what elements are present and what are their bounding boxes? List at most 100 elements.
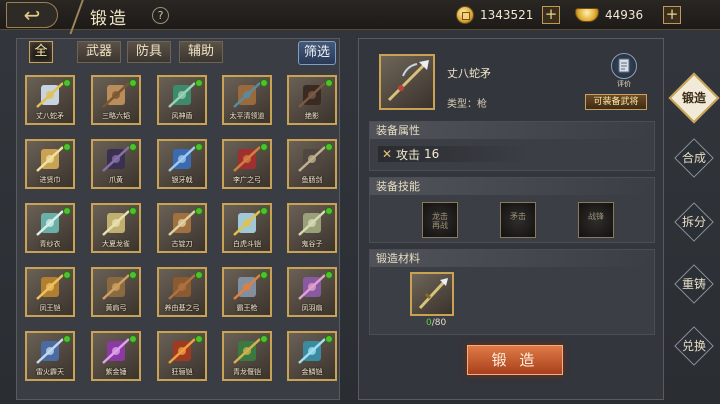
equipment-slot[interactable]: 爪黄 — [91, 139, 141, 189]
back-arrow-icon: ↩ — [23, 3, 41, 27]
skill-slot-2[interactable]: 矛击 — [500, 202, 536, 238]
attack-stat: ✕ 攻击 16 — [378, 146, 528, 162]
evaluation-label: 评价 — [617, 80, 631, 88]
equipment-slot[interactable]: 青龙偃铠 — [222, 331, 272, 381]
equipment-slot[interactable]: 紫金锤 — [91, 331, 141, 381]
available-indicator — [325, 271, 333, 279]
side-tab-forge[interactable]: 锻造 — [668, 72, 720, 124]
spear-icon — [387, 60, 429, 102]
side-tab-recast[interactable]: 重铸 — [674, 264, 714, 304]
equipment-list-panel: 全 武器 防具 辅助 筛选 丈八蛇矛 三略六韬 风神盾 太平清领道 绝影进贤巾 爪黄 银牙戟… — [16, 38, 340, 400]
page-title: 锻造 — [90, 9, 128, 29]
tab-all[interactable]: 全 — [29, 41, 53, 63]
equipment-name: 李广之弓 — [233, 176, 261, 184]
equipment-slot[interactable]: 雷火霹天 — [25, 331, 75, 381]
material-slot[interactable] — [410, 272, 454, 316]
equipment-grid: 丈八蛇矛 三略六韬 风神盾 太平清领道 绝影进贤巾 爪黄 银牙戟 李广之弓 鱼肠剑青纱衣 大夏龙雀… — [25, 75, 337, 399]
equipment-slot[interactable]: 黄肩弓 — [91, 267, 141, 317]
equipment-slot[interactable]: 三略六韬 — [91, 75, 141, 125]
help-button[interactable]: ? — [152, 7, 169, 24]
gold-counter: 44936 + — [575, 5, 681, 25]
available-indicator — [195, 271, 203, 279]
equipment-slot[interactable]: 凤王铠 — [25, 267, 75, 317]
equipment-name: 霸王枪 — [236, 304, 258, 312]
equipment-slot[interactable]: 鬼谷子 — [287, 203, 337, 253]
available-indicator — [129, 207, 137, 215]
side-tab-exchange[interactable]: 兑换 — [674, 326, 714, 366]
title-divider — [55, 0, 85, 34]
equipment-slot[interactable]: 凤羽扇 — [287, 267, 337, 317]
equipment-name: 爪黄 — [109, 176, 123, 184]
equipment-slot[interactable]: 狂骊铠 — [157, 331, 207, 381]
coin-value: 1343521 — [480, 8, 534, 22]
available-indicator — [260, 335, 268, 343]
material-count: 0/80 — [426, 318, 447, 328]
equipment-slot[interactable]: 金鳞铠 — [287, 331, 337, 381]
equipment-slot[interactable]: 李广之弓 — [222, 139, 272, 189]
available-indicator — [325, 143, 333, 151]
equipment-name: 古锭刀 — [171, 240, 193, 248]
equipment-slot[interactable]: 银牙戟 — [157, 139, 207, 189]
equipment-name: 进贤巾 — [39, 176, 61, 184]
equipment-slot[interactable]: 白虎斗铠 — [222, 203, 272, 253]
equippable-generals-button[interactable]: 可装备武将 — [585, 94, 647, 110]
equipment-name: 金鳞铠 — [301, 368, 323, 376]
equipment-name: 青龙偃铠 — [233, 368, 261, 376]
selected-item-type: 类型：枪 — [447, 99, 487, 110]
attributes-section: 装备属性 ✕ 攻击 16 — [369, 121, 655, 171]
equipment-name: 银牙戟 — [171, 176, 193, 184]
attack-label: 攻击 — [396, 147, 421, 162]
tab-armor[interactable]: 防具 — [127, 41, 171, 63]
equipment-slot[interactable]: 太平清领道 — [222, 75, 272, 125]
equipment-name: 鬼谷子 — [301, 240, 323, 248]
skill-slot-1[interactable]: 龙击 再战 — [422, 202, 458, 238]
equipment-name: 狂骊铠 — [171, 368, 193, 376]
forge-button[interactable]: 锻 造 — [467, 345, 563, 375]
selected-item-name: 丈八蛇矛 — [447, 67, 491, 80]
add-coins-button[interactable]: + — [542, 6, 560, 24]
attributes-header: 装备属性 — [370, 122, 654, 139]
equipment-name: 雷火霹天 — [36, 368, 64, 376]
skill-slot-3[interactable]: 战锋 — [578, 202, 614, 238]
coin-counter: 1343521 + — [456, 5, 560, 25]
equipment-slot[interactable]: 鱼肠剑 — [287, 139, 337, 189]
equipment-name: 凤羽扇 — [301, 304, 323, 312]
equipment-slot[interactable]: 进贤巾 — [25, 139, 75, 189]
available-indicator — [325, 207, 333, 215]
side-tab-split[interactable]: 拆分 — [674, 202, 714, 242]
materials-section: 锻造材料 0/80 — [369, 249, 655, 335]
available-indicator — [129, 335, 137, 343]
gold-ingot-icon — [575, 8, 599, 22]
equipment-slot[interactable]: 大夏龙雀 — [91, 203, 141, 253]
equipment-slot[interactable]: 丈八蛇矛 — [25, 75, 75, 125]
scroll-icon — [618, 58, 630, 73]
gold-value: 44936 — [605, 8, 644, 22]
equipment-name: 太平清领道 — [229, 112, 265, 120]
evaluation-button[interactable] — [611, 53, 637, 79]
equipment-slot[interactable]: 风神盾 — [157, 75, 207, 125]
equipment-slot[interactable]: 古锭刀 — [157, 203, 207, 253]
equipment-name: 绝影 — [305, 112, 319, 120]
equipment-slot[interactable]: 绝影 — [287, 75, 337, 125]
available-indicator — [260, 143, 268, 151]
available-indicator — [63, 271, 71, 279]
equipment-slot[interactable]: 养由基之弓 — [157, 267, 207, 317]
equipment-slot[interactable]: 霸王枪 — [222, 267, 272, 317]
add-gold-button[interactable]: + — [663, 6, 681, 24]
equipment-name: 三略六韬 — [102, 112, 130, 120]
equipment-name: 养由基之弓 — [164, 304, 200, 312]
tab-weapons[interactable]: 武器 — [77, 41, 121, 63]
skills-section: 装备技能 龙击 再战 矛击 战锋 — [369, 177, 655, 243]
filter-button[interactable]: 筛选 — [298, 41, 336, 65]
back-button[interactable]: ↩ — [6, 2, 58, 28]
available-indicator — [325, 335, 333, 343]
top-bar: ↩ 锻造 ? 1343521 + 44936 + — [0, 0, 720, 34]
equipment-slot[interactable]: 青纱衣 — [25, 203, 75, 253]
side-tab-combine[interactable]: 合成 — [674, 138, 714, 178]
crossed-swords-icon: ✕ — [382, 147, 393, 161]
materials-header: 锻造材料 — [370, 250, 654, 267]
available-indicator — [260, 79, 268, 87]
tab-auxiliary[interactable]: 辅助 — [179, 41, 223, 63]
equipment-name: 风神盾 — [171, 112, 193, 120]
spear-fragment-icon — [418, 278, 448, 310]
